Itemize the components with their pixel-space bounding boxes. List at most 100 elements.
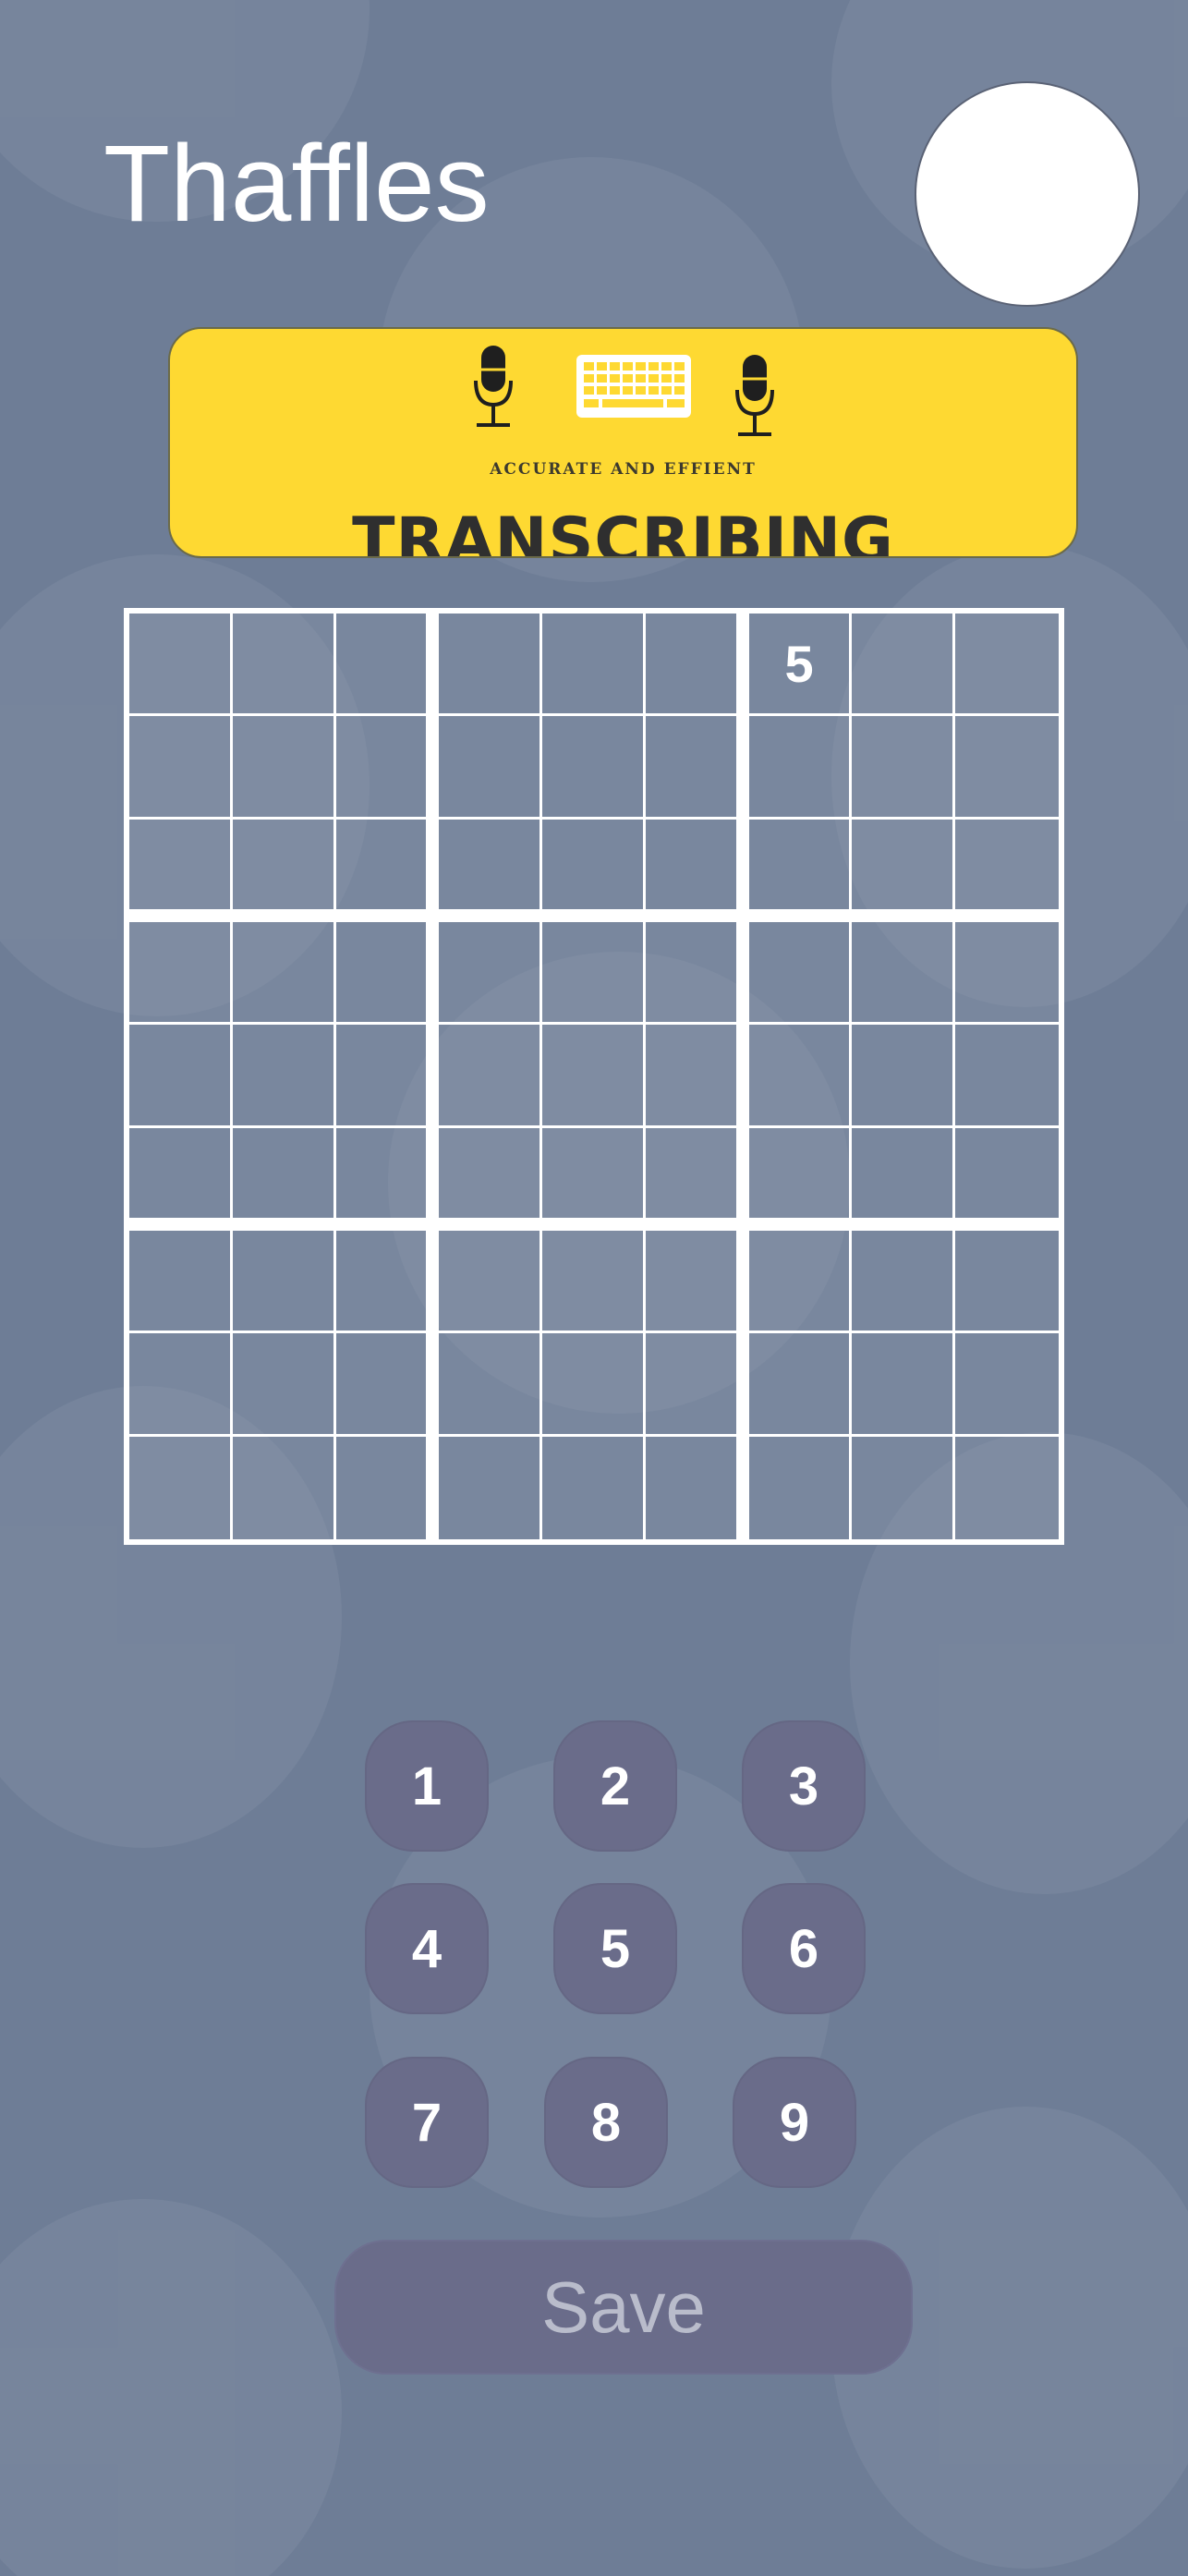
sudoku-cell[interactable] bbox=[439, 1127, 543, 1231]
sudoku-cell[interactable] bbox=[955, 1025, 1059, 1128]
sudoku-cell[interactable] bbox=[232, 1333, 336, 1437]
sudoku-cell[interactable] bbox=[129, 1127, 233, 1231]
sudoku-cell[interactable] bbox=[852, 1333, 956, 1437]
microphone-icon bbox=[735, 355, 774, 436]
sudoku-cell[interactable] bbox=[646, 1436, 749, 1539]
sudoku-cell[interactable] bbox=[129, 1025, 233, 1128]
key-7[interactable]: 7 bbox=[365, 2057, 489, 2188]
sudoku-cell[interactable] bbox=[439, 922, 543, 1026]
sudoku-cell[interactable] bbox=[748, 1231, 853, 1334]
sudoku-cell[interactable] bbox=[129, 819, 233, 922]
banner-headline: TRANSCRIBING bbox=[352, 504, 894, 558]
sudoku-cell[interactable] bbox=[955, 614, 1059, 717]
key-6[interactable]: 6 bbox=[742, 1883, 866, 2014]
sudoku-cell[interactable] bbox=[748, 1127, 853, 1231]
sudoku-cell[interactable] bbox=[542, 819, 646, 922]
sudoku-cell[interactable] bbox=[749, 1436, 853, 1539]
key-5[interactable]: 5 bbox=[553, 1883, 677, 2014]
sudoku-cell[interactable]: 5 bbox=[748, 614, 853, 717]
sudoku-cell[interactable] bbox=[645, 1333, 749, 1437]
sudoku-cell[interactable] bbox=[542, 1436, 646, 1539]
sudoku-cell[interactable] bbox=[129, 716, 233, 820]
sudoku-cell[interactable] bbox=[335, 819, 440, 922]
sudoku-cell[interactable] bbox=[335, 1127, 440, 1231]
sudoku-cell[interactable] bbox=[439, 819, 543, 922]
sudoku-cell[interactable] bbox=[335, 614, 440, 717]
sudoku-cell[interactable] bbox=[955, 1231, 1059, 1334]
sudoku-cell[interactable] bbox=[232, 1127, 336, 1231]
sudoku-cell[interactable] bbox=[129, 1436, 233, 1539]
sudoku-cell[interactable] bbox=[852, 1127, 956, 1231]
microphone-icon bbox=[474, 346, 513, 427]
sudoku-cell[interactable] bbox=[645, 819, 749, 922]
sudoku-cell[interactable] bbox=[542, 716, 646, 820]
sudoku-cell[interactable] bbox=[645, 614, 749, 717]
sudoku-cell[interactable] bbox=[439, 716, 543, 820]
sudoku-cell[interactable] bbox=[852, 1025, 956, 1128]
sudoku-cell[interactable] bbox=[645, 1127, 749, 1231]
key-4[interactable]: 4 bbox=[365, 1883, 489, 2014]
sudoku-cell[interactable] bbox=[852, 716, 956, 820]
avatar[interactable] bbox=[915, 81, 1140, 307]
sudoku-cell[interactable] bbox=[955, 716, 1059, 820]
sudoku-cell[interactable] bbox=[233, 1436, 336, 1539]
keyboard-icon bbox=[576, 355, 691, 418]
sudoku-board: 5 bbox=[124, 608, 1064, 1545]
sudoku-cell[interactable] bbox=[852, 819, 956, 922]
sudoku-cell[interactable] bbox=[645, 1025, 749, 1128]
sudoku-cell[interactable] bbox=[955, 922, 1059, 1026]
sudoku-cell[interactable] bbox=[232, 922, 336, 1026]
sudoku-cell[interactable] bbox=[852, 614, 956, 717]
sudoku-cell[interactable] bbox=[439, 614, 543, 717]
sudoku-cell[interactable] bbox=[748, 819, 853, 922]
sudoku-cell[interactable] bbox=[129, 1333, 233, 1437]
sudoku-cell[interactable] bbox=[955, 1437, 1059, 1539]
sudoku-cell[interactable] bbox=[852, 1436, 956, 1539]
sudoku-cell[interactable] bbox=[335, 716, 440, 820]
sudoku-cell[interactable] bbox=[542, 1025, 646, 1128]
sudoku-cell[interactable] bbox=[335, 1025, 440, 1128]
sudoku-cell[interactable] bbox=[542, 1127, 646, 1231]
sudoku-cell[interactable] bbox=[129, 922, 233, 1026]
sudoku-cell[interactable] bbox=[542, 922, 646, 1026]
ad-banner[interactable]: ACCURATE AND EFFIENT TRANSCRIBING bbox=[168, 327, 1078, 558]
sudoku-cell[interactable] bbox=[129, 614, 233, 717]
sudoku-cell[interactable] bbox=[232, 614, 336, 717]
sudoku-cell[interactable] bbox=[748, 922, 853, 1026]
sudoku-cell[interactable] bbox=[232, 1231, 336, 1334]
key-3[interactable]: 3 bbox=[742, 1720, 866, 1852]
sudoku-cell[interactable] bbox=[852, 922, 956, 1026]
save-button[interactable]: Save bbox=[334, 2240, 913, 2375]
app-title: Thaffles bbox=[103, 123, 490, 245]
sudoku-cell[interactable] bbox=[439, 1025, 543, 1128]
banner-subtitle: ACCURATE AND EFFIENT bbox=[490, 460, 757, 479]
key-8[interactable]: 8 bbox=[544, 2057, 668, 2188]
sudoku-cell[interactable] bbox=[748, 1025, 853, 1128]
sudoku-cell[interactable] bbox=[955, 820, 1059, 922]
sudoku-cell[interactable] bbox=[852, 1231, 956, 1334]
sudoku-cell[interactable] bbox=[748, 716, 853, 820]
sudoku-cell[interactable] bbox=[542, 1231, 646, 1334]
sudoku-cell[interactable] bbox=[542, 614, 646, 717]
sudoku-cell[interactable] bbox=[335, 1231, 440, 1334]
sudoku-cell[interactable] bbox=[335, 922, 440, 1026]
key-1[interactable]: 1 bbox=[365, 1720, 489, 1852]
sudoku-cell[interactable] bbox=[439, 1333, 543, 1437]
sudoku-cell[interactable] bbox=[232, 819, 336, 922]
sudoku-cell[interactable] bbox=[955, 1128, 1059, 1231]
sudoku-cell[interactable] bbox=[439, 1436, 543, 1539]
sudoku-cell[interactable] bbox=[645, 1231, 749, 1334]
sudoku-cell[interactable] bbox=[232, 1025, 336, 1128]
sudoku-cell[interactable] bbox=[335, 1333, 440, 1437]
sudoku-cell[interactable] bbox=[955, 1333, 1059, 1437]
sudoku-cell[interactable] bbox=[542, 1333, 646, 1437]
sudoku-cell[interactable] bbox=[439, 1231, 543, 1334]
sudoku-cell[interactable] bbox=[645, 716, 749, 820]
sudoku-cell[interactable] bbox=[129, 1231, 233, 1334]
sudoku-cell[interactable] bbox=[748, 1333, 853, 1437]
key-9[interactable]: 9 bbox=[733, 2057, 856, 2188]
sudoku-cell[interactable] bbox=[336, 1436, 440, 1539]
key-2[interactable]: 2 bbox=[553, 1720, 677, 1852]
sudoku-cell[interactable] bbox=[232, 716, 336, 820]
sudoku-cell[interactable] bbox=[645, 922, 749, 1026]
